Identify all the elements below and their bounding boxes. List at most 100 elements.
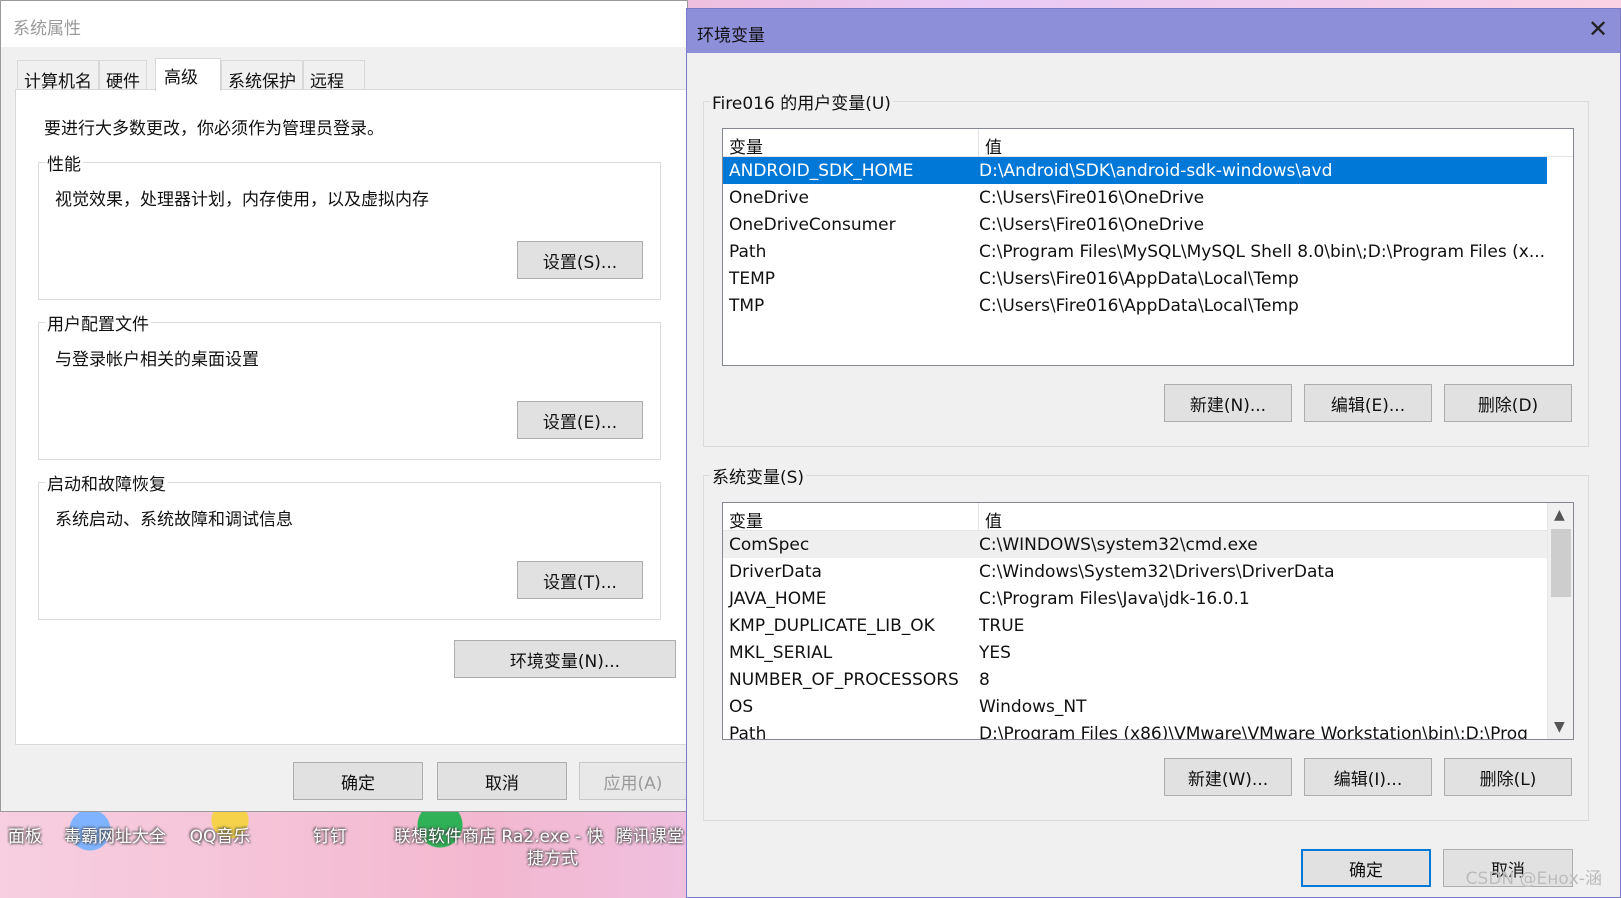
desktop-icon-lenovo-store[interactable]: 联想软件商店 [385,826,505,848]
advanced-tab-panel: 要进行大多数更改，你必须作为管理员登录。 性能 视觉效果，处理器计划，内存使用，… [15,89,688,745]
desktop-icon-label: 腾讯课堂 [616,827,684,847]
performance-group: 性能 视觉效果，处理器计划，内存使用，以及虚拟内存 设置(S)... [38,150,661,300]
table-row[interactable]: OS Windows_NT [723,693,1573,720]
table-row[interactable]: OneDrive C:\Users\Fire016\OneDrive [723,184,1573,211]
var-value: C:\Program Files\Java\jdk-16.0.1 [979,588,1250,609]
table-row[interactable]: OneDriveConsumer C:\Users\Fire016\OneDri… [723,211,1573,238]
desktop-icon-label: QQ音乐 [189,827,251,847]
list-header: 变量 值 [723,129,1573,158]
table-row[interactable]: NUMBER_OF_PROCESSORS 8 [723,666,1573,693]
scroll-up-icon[interactable]: ▲ [1554,507,1565,523]
table-row[interactable]: JAVA_HOME C:\Program Files\Java\jdk-16.0… [723,585,1573,612]
var-value: C:\Users\Fire016\AppData\Local\Temp [979,295,1299,316]
var-value: 8 [979,669,990,690]
var-name: OneDriveConsumer [729,214,896,235]
desktop-icon-ra2-shortcut[interactable]: Ra2.exe - 快 捷方式 [500,826,605,870]
env-titlebar: 环境变量 ✕ [687,9,1620,53]
var-name: ComSpec [729,534,810,555]
var-name: OneDrive [729,187,809,208]
watermark: CSDN @Eнох-涵 [1465,869,1602,889]
var-value: D:\Program Files (x86)\VMware\VMware Wor… [979,723,1528,740]
table-row[interactable]: TEMP C:\Users\Fire016\AppData\Local\Temp [723,265,1573,292]
startup-recovery-desc: 系统启动、系统故障和调试信息 [55,510,293,530]
desktop-icon-label: 钉钉 [313,827,347,847]
system-properties-window: 系统属性 计算机名 硬件 高级 系统保护 远程 要进行大多数更改，你必须作为管理… [0,0,688,812]
var-value: C:\Windows\System32\Drivers\DriverData [979,561,1335,582]
ok-button[interactable]: 确定 [293,762,423,800]
close-icon[interactable]: ✕ [1586,17,1610,41]
user-delete-button[interactable]: 删除(D) [1444,384,1572,422]
desktop-icon-label: 联想软件商店 [394,827,496,847]
desktop-icon-qq-music[interactable]: QQ音乐 [180,826,260,848]
tab-advanced[interactable]: 高级 [155,58,221,91]
performance-group-label: 性能 [45,150,83,175]
cancel-button[interactable]: 取消 [437,762,567,800]
user-new-button[interactable]: 新建(N)... [1164,384,1292,422]
performance-settings-button[interactable]: 设置(S)... [517,241,643,279]
system-delete-button[interactable]: 删除(L) [1444,758,1572,796]
table-row[interactable]: TMP C:\Users\Fire016\AppData\Local\Temp [723,292,1573,319]
var-name: NUMBER_OF_PROCESSORS [729,669,959,690]
var-name: Path [729,241,767,262]
var-name: TEMP [729,268,776,289]
table-row[interactable]: DriverData C:\Windows\System32\Drivers\D… [723,558,1573,585]
column-header-value[interactable]: 值 [979,129,1002,158]
var-name: Path [729,723,767,740]
user-profile-settings-button[interactable]: 设置(E)... [517,401,643,439]
system-edit-button[interactable]: 编辑(I)... [1304,758,1432,796]
table-row[interactable]: ANDROID_SDK_HOME D:\Android\SDK\android-… [723,157,1547,184]
system-variables-list[interactable]: 变量 值 ComSpec C:\WINDOWS\system32\cmd.exe… [722,502,1574,740]
desktop-icon-dingtalk[interactable]: 钉钉 [300,826,360,848]
system-new-button[interactable]: 新建(W)... [1164,758,1292,796]
tab-system-protection[interactable]: 系统保护 [221,60,303,92]
var-value: C:\Users\Fire016\OneDrive [979,187,1205,208]
desktop-icon-label: 毒霸网址大全 [64,827,166,847]
env-window-title: 环境变量 [697,26,765,46]
env-ok-button[interactable]: 确定 [1301,849,1431,887]
startup-recovery-group: 启动和故障恢复 系统启动、系统故障和调试信息 设置(T)... [38,470,661,620]
table-row[interactable]: Path D:\Program Files (x86)\VMware\VMwar… [723,720,1547,740]
var-name: MKL_SERIAL [729,642,833,663]
var-value: TRUE [979,615,1025,636]
tab-hardware[interactable]: 硬件 [99,60,147,92]
startup-recovery-settings-button[interactable]: 设置(T)... [517,561,643,599]
user-edit-button[interactable]: 编辑(E)... [1304,384,1432,422]
column-header-value[interactable]: 值 [979,503,1002,532]
performance-desc: 视觉效果，处理器计划，内存使用，以及虚拟内存 [55,190,429,210]
table-row[interactable]: KMP_DUPLICATE_LIB_OK TRUE [723,612,1573,639]
startup-recovery-group-label: 启动和故障恢复 [45,470,168,495]
desktop-icon-label: 面板 [8,827,42,847]
var-value: Windows_NT [979,696,1087,717]
var-name: DriverData [729,561,822,582]
user-variables-list[interactable]: 变量 值 ANDROID_SDK_HOME D:\Android\SDK\and… [722,128,1574,366]
admin-note: 要进行大多数更改，你必须作为管理员登录。 [44,119,384,139]
user-profile-group: 用户配置文件 与登录帐户相关的桌面设置 设置(E)... [38,310,661,460]
table-row[interactable]: MKL_SERIAL YES [723,639,1573,666]
var-name: OS [729,696,754,717]
scroll-thumb[interactable] [1551,529,1571,597]
environment-variables-window: 环境变量 ✕ Fire016 的用户变量(U) 变量 值 ANDROID_SDK… [686,8,1621,898]
desktop-icon-panel[interactable]: 面板 [0,826,50,848]
column-header-variable[interactable]: 变量 [723,503,979,532]
table-row[interactable]: Path C:\Program Files\MySQL\MySQL Shell … [723,238,1573,265]
scroll-down-icon[interactable]: ▼ [1554,719,1565,735]
environment-variables-button[interactable]: 环境变量(N)... [454,640,676,678]
desktop-icon-tencent-classroom[interactable]: 腾讯课堂 [610,826,690,848]
user-profile-group-label: 用户配置文件 [45,310,151,335]
vertical-scrollbar[interactable]: ▲ ▼ [1547,503,1573,739]
system-variables-section: 系统变量(S) 变量 值 ComSpec C:\WINDOWS\system32… [703,463,1589,821]
desktop-icon-browser-nav[interactable]: 毒霸网址大全 [60,826,170,848]
apply-button[interactable]: 应用(A) [579,762,687,800]
var-name: TMP [729,295,765,316]
system-variables-label: 系统变量(S) [710,463,807,488]
var-value: YES [979,642,1011,663]
var-name: JAVA_HOME [729,588,827,609]
tab-remote[interactable]: 远程 [303,60,365,92]
column-header-variable[interactable]: 变量 [723,129,979,158]
var-value: C:\Users\Fire016\AppData\Local\Temp [979,268,1299,289]
tab-computer-name[interactable]: 计算机名 [17,60,99,92]
tab-bar: 计算机名 硬件 高级 系统保护 远程 [17,58,365,92]
var-name: KMP_DUPLICATE_LIB_OK [729,615,935,636]
var-value: D:\Android\SDK\android-sdk-windows\avd [979,160,1333,181]
table-row[interactable]: ComSpec C:\WINDOWS\system32\cmd.exe [723,531,1547,558]
